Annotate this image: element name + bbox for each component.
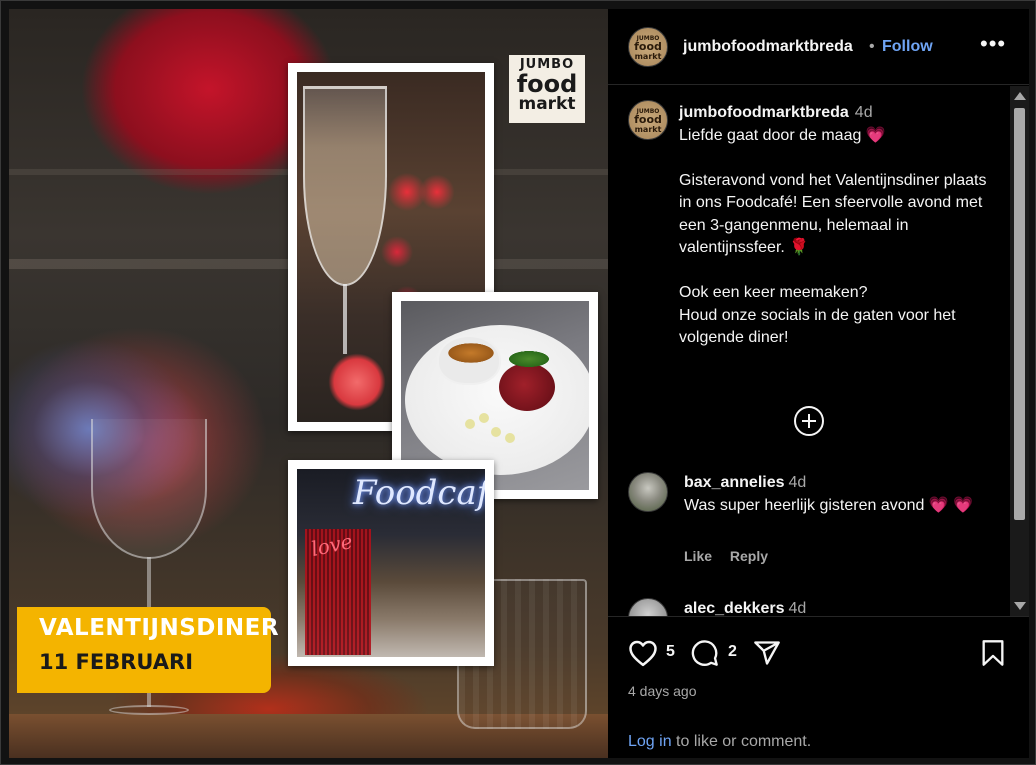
jumbo-foodmarkt-logo: JUMBO food markt — [509, 55, 585, 123]
sauce-dot — [491, 427, 501, 437]
follow-button[interactable]: Follow — [882, 38, 933, 56]
rose-emoji-icon: 🌹 — [789, 239, 810, 256]
heart-icon[interactable] — [628, 639, 658, 672]
caption-avatar[interactable]: JUMBO food markt — [628, 100, 668, 140]
post-timestamp: 4 days ago — [628, 683, 697, 699]
caption-time: 4d — [854, 104, 873, 121]
comment-username[interactable]: alec_dekkers — [684, 600, 785, 616]
comments-scrollbar[interactable] — [1010, 86, 1029, 616]
post-image[interactable]: Foodcafé love JUMBO food markt VALENTIJN… — [9, 9, 608, 758]
share-icon[interactable] — [752, 639, 782, 672]
event-banner: VALENTIJNSDINER 11 FEBRUARI — [17, 607, 280, 693]
header-separator: • — [869, 38, 875, 55]
instagram-post-window: Foodcafé love JUMBO food markt VALENTIJN… — [0, 0, 1036, 765]
heart-emoji-icon: 💗 — [865, 126, 886, 144]
comment-time: 4d — [788, 474, 807, 491]
login-prompt: Log in to like or comment. — [628, 733, 812, 750]
profile-avatar[interactable]: JUMBO food markt — [628, 27, 668, 67]
caption-paragraph2: Gisteravond vond het Valentijnsdiner pla… — [679, 171, 987, 257]
sauce-dot — [479, 413, 489, 423]
comment-text: Was super heerlijk gisteren avond — [684, 496, 925, 514]
more-horizontal-icon[interactable]: ••• — [980, 31, 1006, 57]
collage-photo-foodcafe: Foodcafé love — [288, 460, 494, 666]
scroll-up-arrow-icon[interactable] — [1014, 92, 1026, 100]
bookmark-icon[interactable] — [980, 639, 1006, 672]
soup-cup — [437, 335, 501, 385]
scrollbar-thumb[interactable] — [1014, 108, 1025, 520]
post-header: JUMBO food markt jumbofoodmarktbreda • F… — [608, 9, 1029, 85]
comments-scroll-area[interactable]: JUMBO food markt jumbofoodmarktbreda 4d L… — [608, 86, 1029, 616]
caption-line1: Liefde gaat door de maag — [679, 126, 862, 144]
caption-username[interactable]: jumbofoodmarktbreda — [679, 104, 849, 121]
heart-emoji-icon: 💗 💗 — [928, 496, 974, 514]
post-caption: jumbofoodmarktbreda 4d Liefde gaat door d… — [679, 102, 999, 350]
post-side-panel: JUMBO food markt jumbofoodmarktbreda • F… — [608, 9, 1029, 758]
scroll-down-arrow-icon[interactable] — [1014, 602, 1026, 610]
comment-icon[interactable] — [690, 639, 720, 672]
comment-like-button[interactable]: Like — [684, 548, 712, 564]
like-count[interactable]: 5 — [666, 643, 675, 661]
commenter-avatar[interactable] — [628, 472, 668, 512]
comment-reply-button[interactable]: Reply — [730, 548, 768, 564]
sauce-dot — [505, 433, 515, 443]
banner-title: VALENTIJNSDINER — [39, 615, 280, 641]
caption-paragraph3a: Ook een keer meemaken? — [679, 284, 868, 301]
champagne-flute — [303, 86, 387, 356]
comment-username[interactable]: bax_annelies — [684, 474, 785, 491]
comment-time: 4d — [788, 600, 807, 616]
caption-paragraph3b: Houd onze socials in de gaten voor het v… — [679, 306, 956, 347]
banner-date: 11 FEBRUARI — [39, 650, 194, 674]
sauce-dot — [465, 419, 475, 429]
login-link[interactable]: Log in — [628, 733, 672, 750]
neon-sign-text: Foodcafé — [353, 473, 485, 513]
garnish — [509, 351, 549, 367]
plus-circle-icon[interactable] — [794, 406, 824, 436]
post-actions-footer: 5 2 4 days ago Log in to like or comment… — [608, 616, 1029, 758]
tartare — [499, 363, 555, 411]
commenter-avatar[interactable] — [628, 598, 668, 616]
comment-count[interactable]: 2 — [728, 643, 737, 661]
header-username[interactable]: jumbofoodmarktbreda — [683, 38, 853, 56]
